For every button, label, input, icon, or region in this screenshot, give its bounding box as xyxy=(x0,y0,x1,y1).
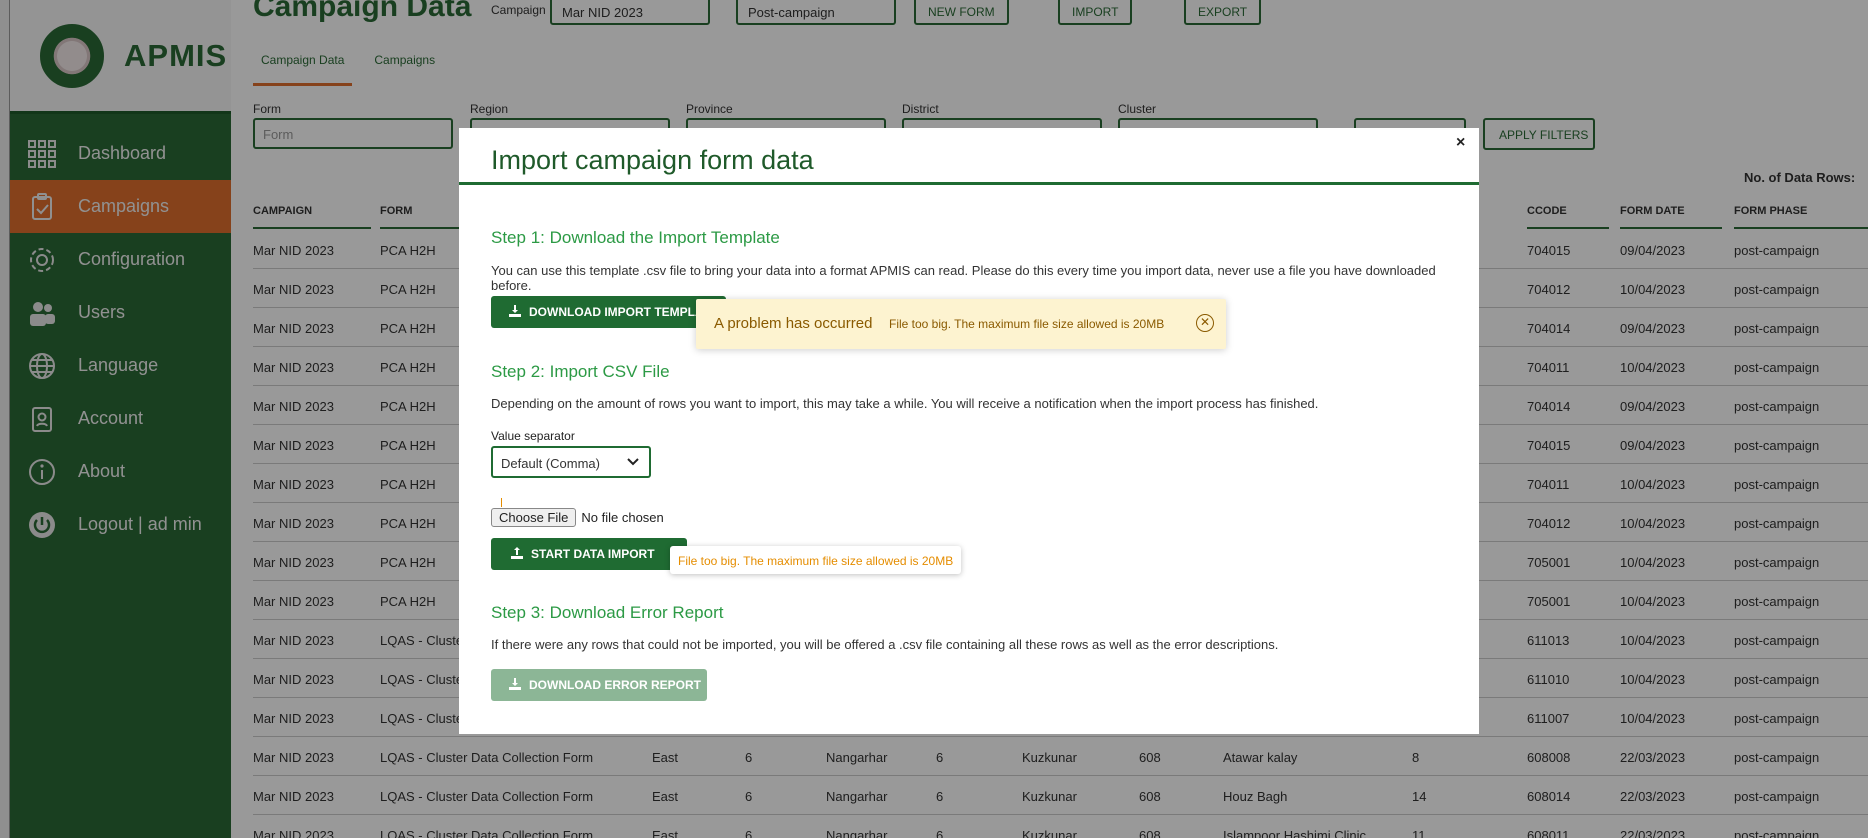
step3-text: If there were any rows that could not be… xyxy=(491,637,1279,652)
file-input[interactable]: Choose File No file chosen xyxy=(491,508,664,527)
separator-value: Default (Comma) xyxy=(501,456,600,471)
download-error-report-label: DOWNLOAD ERROR REPORT xyxy=(529,678,701,692)
download-icon xyxy=(509,305,521,328)
file-error-tooltip: File too big. The maximum file size allo… xyxy=(670,546,962,574)
step1-text: You can use this template .csv file to b… xyxy=(491,263,1436,293)
modal-divider xyxy=(459,182,1479,185)
close-icon[interactable]: × xyxy=(1456,134,1465,152)
step2-heading: Step 2: Import CSV File xyxy=(491,362,670,381)
dismiss-icon[interactable]: ✕ xyxy=(1196,314,1214,332)
download-template-label: DOWNLOAD IMPORT TEMPLATE xyxy=(529,305,719,319)
chevron-down-icon xyxy=(627,455,639,470)
validation-marker xyxy=(501,498,502,507)
separator-label: Value separator xyxy=(491,429,575,443)
no-file-text: No file chosen xyxy=(581,510,664,525)
step3-heading: Step 3: Download Error Report xyxy=(491,603,724,622)
download-icon xyxy=(509,678,521,701)
notification-message: File too big. The maximum file size allo… xyxy=(889,317,1165,331)
choose-file-button[interactable]: Choose File xyxy=(491,508,577,527)
step2-text: Depending on the amount of rows you want… xyxy=(491,396,1319,411)
import-modal: Import campaign form data × Step 1: Down… xyxy=(459,128,1479,734)
error-notification: A problem has occurred File too big. The… xyxy=(696,299,1226,349)
upload-icon xyxy=(511,547,523,570)
notification-title: A problem has occurred xyxy=(714,315,873,332)
modal-title: Import campaign form data xyxy=(491,145,814,175)
app-page: APMIS Dashboard Campaigns Configuration xyxy=(0,0,1868,838)
separator-select[interactable]: Default (Comma) xyxy=(491,446,651,478)
download-template-button[interactable]: DOWNLOAD IMPORT TEMPLATE xyxy=(491,296,726,328)
start-import-label: START DATA IMPORT xyxy=(531,547,655,561)
start-import-button[interactable]: START DATA IMPORT xyxy=(491,538,687,570)
download-error-report-button[interactable]: DOWNLOAD ERROR REPORT xyxy=(491,669,707,701)
step1-heading: Step 1: Download the Import Template xyxy=(491,228,780,247)
